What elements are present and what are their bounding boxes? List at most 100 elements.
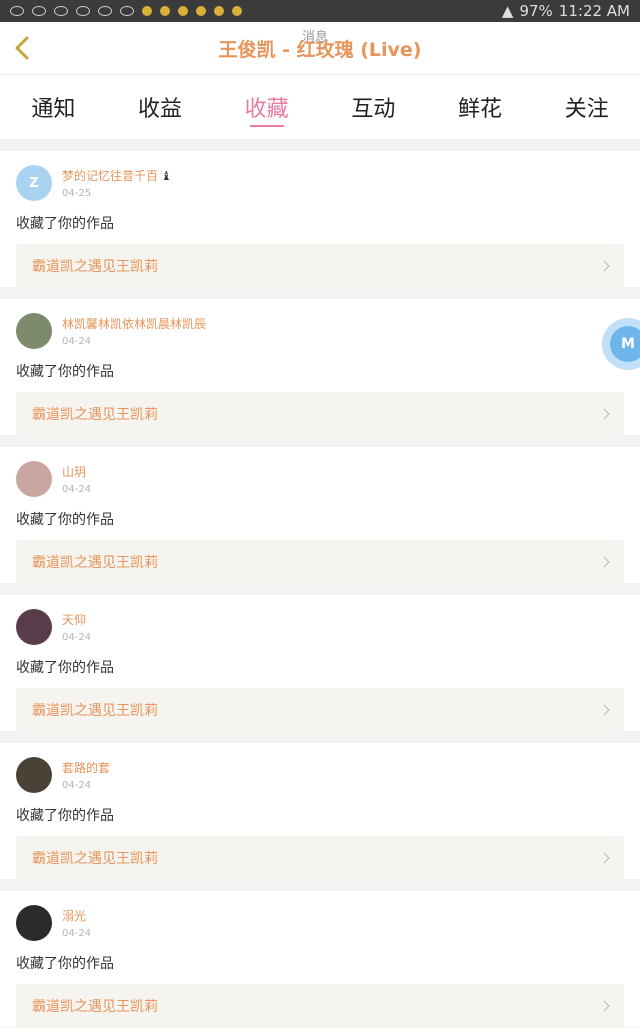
notification-date: 04-24 — [62, 928, 92, 939]
chevron-right-icon — [598, 704, 610, 716]
chevron-right-icon — [598, 1000, 610, 1012]
tab-interactions[interactable]: 互动 — [320, 75, 427, 139]
username[interactable]: 溺光 — [62, 907, 91, 924]
notification-icon — [32, 6, 46, 16]
chevron-right-icon — [598, 260, 610, 272]
user-info: 天仰 04-24 — [62, 611, 91, 643]
user-row: 林凯馨林凯依林凯晨林凯辰 04-24 — [16, 313, 624, 349]
status-system-area: ▲ 97% 11:22 AM — [502, 2, 630, 20]
page-subtitle: 消息 — [302, 30, 329, 45]
work-link[interactable]: 霸道凯之遇见王凯莉 — [16, 836, 624, 880]
username-text: 梦的记忆往昔千百 — [62, 169, 159, 183]
notification-message: 收藏了你的作品 — [16, 808, 114, 824]
chevron-right-icon — [598, 852, 610, 864]
username-text: 套路的套 — [62, 761, 111, 775]
avatar[interactable] — [16, 313, 52, 349]
notification-date: 04-25 — [62, 188, 92, 199]
notification-card: 山玥 04-24 收藏了你的作品 霸道凯之遇见王凯莉 — [0, 447, 640, 584]
work-title: 霸道凯之遇见王凯莉 — [32, 999, 158, 1015]
user-row: 天仰 04-24 — [16, 609, 624, 645]
user-row: 山玥 04-24 — [16, 461, 624, 497]
tab-favorites[interactable]: 收藏 — [213, 75, 320, 139]
work-title: 霸道凯之遇见王凯莉 — [32, 407, 158, 423]
tab-label: 互动 — [351, 97, 396, 122]
user-info: 溺光 04-24 — [62, 907, 91, 939]
clock: 11:22 AM — [558, 2, 630, 20]
username[interactable]: 套路的套 — [62, 759, 110, 776]
notification-message: 收藏了你的作品 — [16, 216, 114, 232]
tab-following[interactable]: 关注 — [533, 75, 640, 139]
avatar[interactable] — [16, 461, 52, 497]
username-text: 林凯馨林凯依林凯晨林凯辰 — [62, 317, 207, 331]
chevron-right-icon — [598, 408, 610, 420]
work-title: 霸道凯之遇见王凯莉 — [32, 259, 158, 275]
work-link[interactable]: 霸道凯之遇见王凯莉 — [16, 392, 624, 436]
username-text: 溺光 — [62, 909, 87, 923]
tab-label: 鲜花 — [458, 97, 503, 122]
notification-icon — [232, 6, 242, 16]
work-link[interactable]: 霸道凯之遇见王凯莉 — [16, 540, 624, 584]
notification-message: 收藏了你的作品 — [16, 512, 114, 528]
work-title: 霸道凯之遇见王凯莉 — [32, 703, 158, 719]
notification-list: Z 梦的记忆往昔千百 ♝ 04-25 收藏了你的作品 霸道凯之遇见王凯莉 林凯馨林… — [0, 151, 640, 1028]
work-title: 霸道凯之遇见王凯莉 — [32, 851, 158, 867]
back-button[interactable] — [10, 34, 36, 62]
tab-flowers[interactable]: 鲜花 — [427, 75, 534, 139]
work-link[interactable]: 霸道凯之遇见王凯莉 — [16, 244, 624, 288]
notification-card: 林凯馨林凯依林凯晨林凯辰 04-24 收藏了你的作品 霸道凯之遇见王凯莉 — [0, 299, 640, 436]
app-header: 消息 王俊凯 - 红玫瑰 (Live) — [0, 22, 640, 74]
notification-card: 套路的套 04-24 收藏了你的作品 霸道凯之遇见王凯莉 — [0, 743, 640, 880]
tab-bar: 通知 收益 收藏 互动 鲜花 关注 — [0, 74, 640, 139]
notification-icon — [178, 6, 188, 16]
chevron-left-icon — [15, 36, 29, 60]
chevron-right-icon — [598, 556, 610, 568]
avatar[interactable] — [16, 905, 52, 941]
avatar[interactable] — [16, 757, 52, 793]
notification-icon — [142, 6, 152, 16]
notification-icon — [76, 6, 90, 16]
notification-icon — [54, 6, 68, 16]
notification-card: 天仰 04-24 收藏了你的作品 霸道凯之遇见王凯莉 — [0, 595, 640, 732]
work-title: 霸道凯之遇见王凯莉 — [32, 555, 158, 571]
notification-date: 04-24 — [62, 780, 92, 791]
notification-message: 收藏了你的作品 — [16, 956, 114, 972]
user-info: 梦的记忆往昔千百 ♝ 04-25 — [62, 167, 172, 200]
username[interactable]: 天仰 — [62, 611, 91, 628]
username-text: 天仰 — [62, 613, 87, 627]
tab-label: 收藏 — [244, 97, 289, 122]
active-tab-indicator — [249, 125, 284, 127]
notification-date: 04-24 — [62, 632, 92, 643]
status-bar: ▲ 97% 11:22 AM — [0, 0, 640, 22]
notification-card: 溺光 04-24 收藏了你的作品 霸道凯之遇见王凯莉 — [0, 891, 640, 1028]
username[interactable]: 梦的记忆往昔千百 ♝ — [62, 167, 172, 184]
work-link[interactable]: 霸道凯之遇见王凯莉 — [16, 688, 624, 732]
status-notification-icons — [10, 6, 242, 16]
notification-date: 04-24 — [62, 484, 92, 495]
notification-icon — [120, 6, 134, 16]
notification-date: 04-24 — [62, 336, 92, 347]
work-link[interactable]: 霸道凯之遇见王凯莉 — [16, 984, 624, 1028]
notification-icon — [10, 6, 24, 16]
tab-label: 关注 — [564, 97, 609, 122]
tab-label: 通知 — [31, 97, 76, 122]
username-text: 山玥 — [62, 465, 87, 479]
avatar[interactable]: Z — [16, 165, 52, 201]
avatar-initial: Z — [29, 175, 39, 191]
avatar[interactable] — [16, 609, 52, 645]
notification-icon — [214, 6, 224, 16]
notification-message: 收藏了你的作品 — [16, 660, 114, 676]
notification-icon — [160, 6, 170, 16]
chess-piece-icon: ♝ — [161, 168, 172, 183]
user-row: 套路的套 04-24 — [16, 757, 624, 793]
signal-icon: ▲ — [501, 2, 514, 20]
user-row: 溺光 04-24 — [16, 905, 624, 941]
username[interactable]: 林凯馨林凯依林凯晨林凯辰 — [62, 315, 206, 332]
notification-icon — [196, 6, 206, 16]
username[interactable]: 山玥 — [62, 463, 91, 480]
user-info: 林凯馨林凯依林凯晨林凯辰 04-24 — [62, 315, 206, 347]
battery-level: 97% — [519, 2, 553, 20]
tab-earnings[interactable]: 收益 — [107, 75, 214, 139]
user-info: 套路的套 04-24 — [62, 759, 110, 791]
tab-notifications[interactable]: 通知 — [0, 75, 107, 139]
user-row: Z 梦的记忆往昔千百 ♝ 04-25 — [16, 165, 624, 201]
